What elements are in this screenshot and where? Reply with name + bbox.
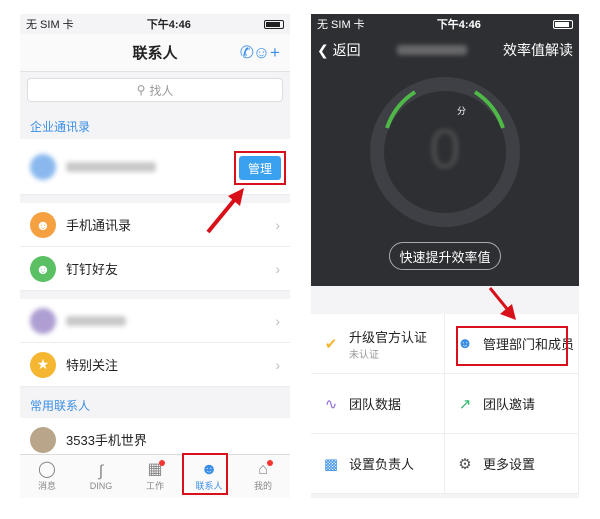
- upgrade-cert-item[interactable]: ✔ 升级官方认证未认证: [311, 314, 445, 374]
- carrier-label: 无 SIM 卡: [317, 19, 365, 31]
- efficiency-gauge: 0 分: [370, 77, 520, 227]
- nav-bar: 联系人 ✆ ☺+: [20, 34, 290, 72]
- search-icon: ⚲: [136, 83, 146, 97]
- list-item[interactable]: ★ 特别关注 ›: [20, 343, 290, 387]
- tab-label: 我的: [253, 481, 272, 491]
- team-screen: 无 SIM 卡 下午4:46 ❮ 返回 效率值解读 0 分 快速提升效率值 ✔ …: [311, 14, 579, 498]
- clock: 下午4:46: [436, 19, 481, 31]
- clock: 下午4:46: [146, 19, 191, 31]
- star-icon: ★: [30, 351, 56, 378]
- nav-bar: ❮ 返回 效率值解读: [311, 34, 579, 66]
- blurred-row[interactable]: ›: [20, 299, 290, 343]
- tab-messages[interactable]: ◯ 消息: [20, 455, 74, 498]
- list-item[interactable]: ☻ 手机通讯录 ›: [20, 203, 290, 247]
- cell-label: 团队数据: [349, 397, 402, 412]
- badge-dot: [267, 460, 273, 466]
- enterprise-avatar: [30, 153, 56, 180]
- back-label: 返回: [332, 42, 361, 58]
- share-icon: ↗: [458, 395, 472, 413]
- sofa-icon: ▩: [323, 455, 339, 473]
- chevron-right-icon: ›: [275, 312, 280, 329]
- blurred-text: [66, 315, 126, 326]
- check-icon: ✔: [324, 335, 338, 353]
- list-item[interactable]: ☻ 钉钉好友 ›: [20, 247, 290, 291]
- tab-label: 工作: [145, 481, 164, 491]
- tab-bar: ◯ 消息 ∫ DING ▦ 工作 ☻ 联系人 ⌂ 我的: [20, 454, 290, 498]
- chevron-right-icon: ›: [275, 216, 280, 233]
- enterprise-section-label: 企业通讯录: [30, 120, 91, 134]
- score-unit: 分: [457, 106, 466, 116]
- set-owner-item[interactable]: ▩ 设置负责人: [311, 434, 445, 494]
- enterprise-row[interactable]: 管理: [20, 139, 290, 195]
- status-bar: 无 SIM 卡 下午4:46: [20, 14, 290, 34]
- list-item-label: 手机通讯录: [66, 218, 132, 233]
- tab-highlight: [182, 453, 228, 495]
- contacts-screen: 无 SIM 卡 下午4:46 联系人 ✆ ☺+ ⚲ 找人 企业通讯录 管理 ☻ …: [20, 14, 290, 498]
- add-contact-icon[interactable]: ☺+: [253, 43, 280, 63]
- blurred-avatar: [30, 307, 56, 334]
- chart-icon: ∿: [324, 395, 338, 413]
- svg-text:0: 0: [429, 117, 460, 180]
- list-item-label: 特别关注: [66, 358, 119, 373]
- cell-sublabel: 未认证: [349, 349, 379, 361]
- tab-label: 消息: [37, 481, 56, 491]
- quick-improve-button[interactable]: 快速提升效率值: [389, 242, 501, 270]
- back-button[interactable]: ❮ 返回: [317, 40, 361, 60]
- search-placeholder: 找人: [149, 83, 174, 98]
- cell-label: 升级官方认证: [349, 329, 428, 345]
- ding-icon: ∫: [98, 462, 104, 480]
- chat-icon: ◯: [38, 461, 56, 478]
- cell-label: 设置负责人: [349, 457, 415, 472]
- tab-work[interactable]: ▦ 工作: [128, 455, 182, 498]
- team-name-blurred: [396, 45, 467, 55]
- manage-highlight: 管理: [234, 151, 286, 185]
- badge-dot: [159, 460, 165, 466]
- search-input[interactable]: ⚲ 找人: [27, 78, 283, 102]
- efficiency-panel: 无 SIM 卡 下午4:46 ❮ 返回 效率值解读 0 分 快速提升效率值: [311, 14, 579, 286]
- chevron-right-icon: ›: [275, 356, 280, 373]
- efficiency-explain-link[interactable]: 效率值解读: [503, 40, 573, 60]
- more-settings-item[interactable]: ⚙ 更多设置: [445, 434, 579, 494]
- battery-icon: [552, 18, 573, 30]
- battery-icon: [263, 18, 284, 30]
- list-item-label: 钉钉好友: [66, 262, 119, 277]
- tab-mine[interactable]: ⌂ 我的: [236, 455, 290, 498]
- carrier-label: 无 SIM 卡: [26, 19, 74, 31]
- cell-label: 更多设置: [483, 457, 536, 472]
- tab-label: DING: [89, 480, 113, 491]
- team-data-item[interactable]: ∿ 团队数据: [311, 374, 445, 434]
- enterprise-name-blurred: [66, 161, 156, 172]
- status-bar: 无 SIM 卡 下午4:46: [311, 14, 579, 34]
- cell-label: 团队邀请: [483, 397, 536, 412]
- person-icon: ☻: [30, 211, 56, 238]
- common-contacts-label: 常用联系人: [30, 399, 91, 413]
- person-icon: ☻: [30, 255, 56, 282]
- tab-ding[interactable]: ∫ DING: [74, 455, 128, 498]
- manage-departments-highlight: [456, 326, 568, 366]
- team-invite-item[interactable]: ↗ 团队邀请: [445, 374, 579, 434]
- avatar: [30, 426, 56, 453]
- page-title: 联系人: [132, 45, 178, 62]
- manage-button[interactable]: 管理: [239, 156, 281, 180]
- gear-icon: ⚙: [458, 455, 472, 473]
- contact-name: 3533手机世界: [66, 433, 147, 448]
- chevron-right-icon: ›: [275, 260, 280, 277]
- chevron-left-icon: ❮: [317, 42, 329, 58]
